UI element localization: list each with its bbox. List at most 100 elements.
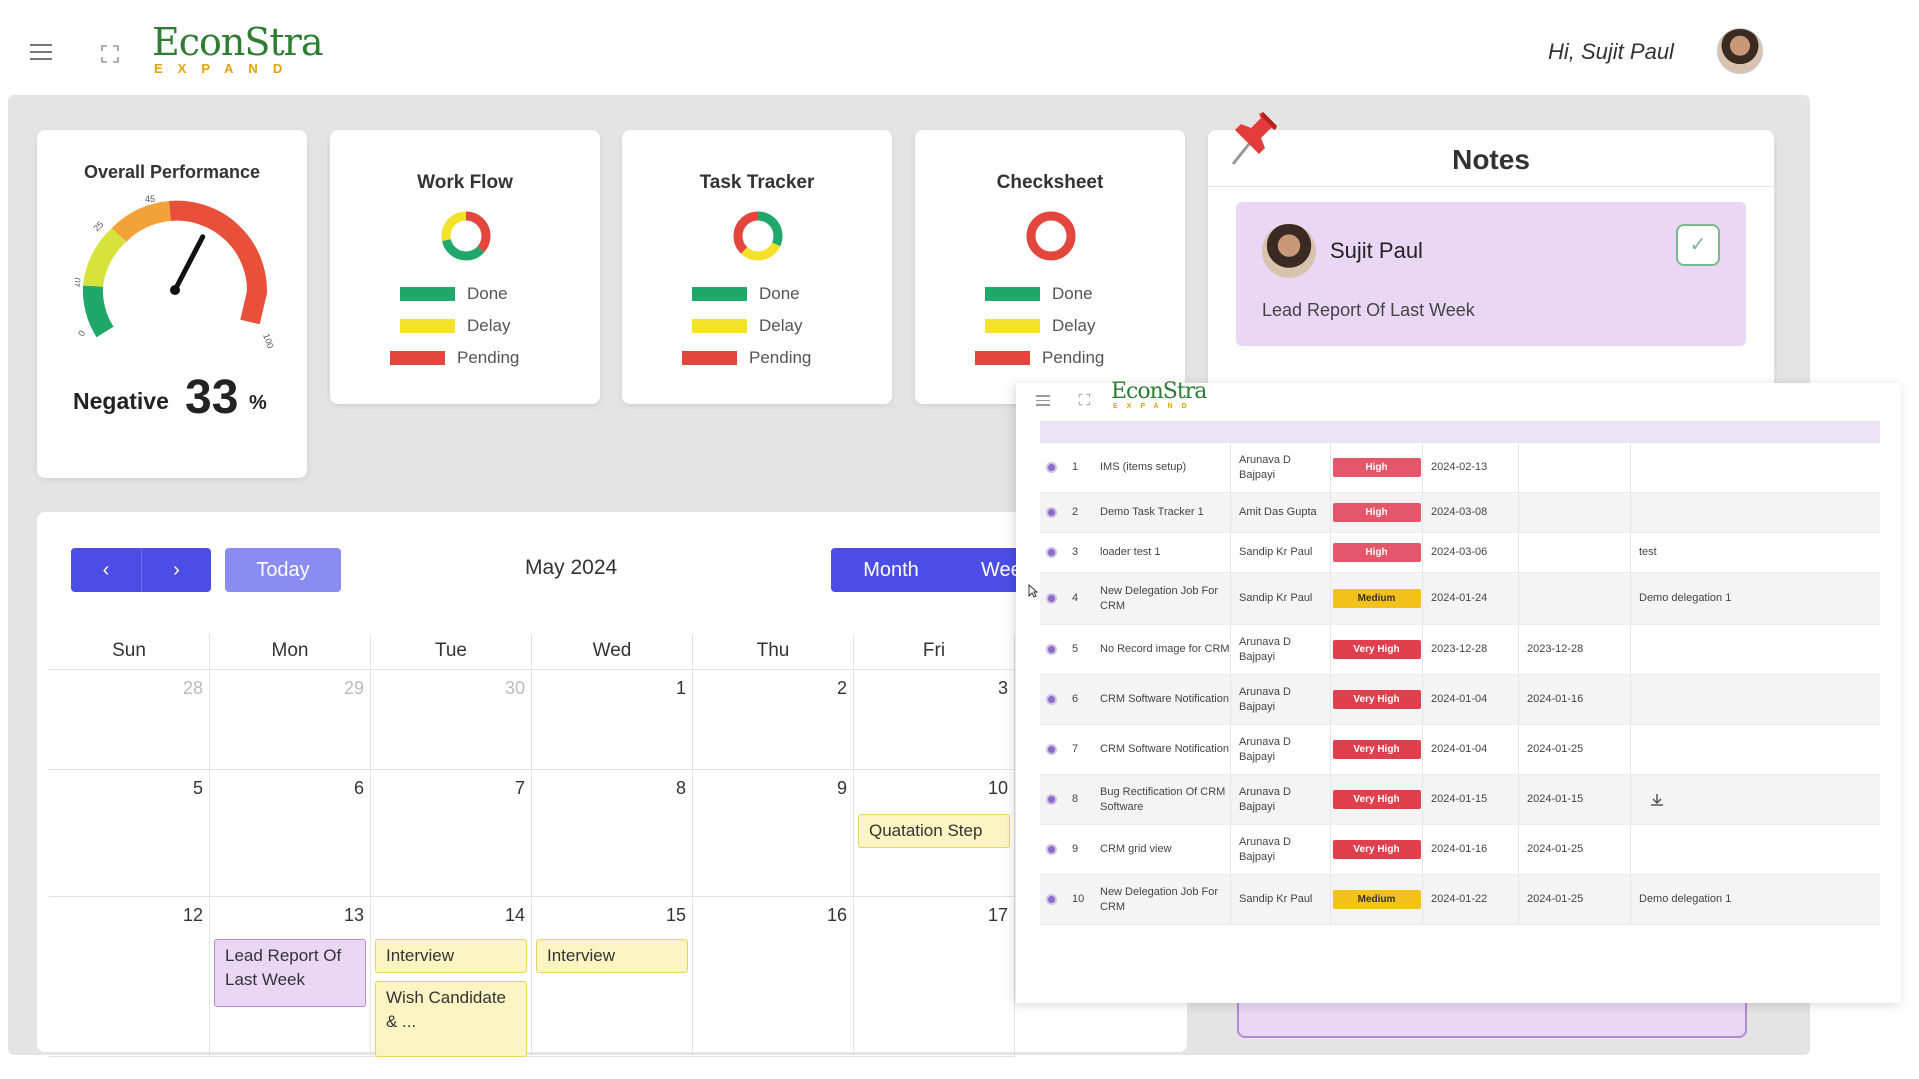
row-radio-icon[interactable] [1046,694,1057,705]
table-row[interactable]: 2 Demo Task Tracker 1 Amit Das Gupta High 20… [1040,493,1880,533]
row-radio-icon[interactable] [1046,894,1057,905]
day-number: 13 [343,905,364,925]
today-button[interactable]: Today [225,548,341,592]
n-cell: 5 [1064,625,1088,674]
row-radio-icon[interactable] [1046,744,1057,755]
day-cell[interactable]: 8 [532,770,693,897]
table-row[interactable]: 5 No Record image for CRM Arunava D Bajpay… [1040,625,1880,675]
row-radio-icon[interactable] [1046,794,1057,805]
note-item[interactable]: Sujit Paul ✓ Lead Report Of Last Week [1236,202,1746,346]
assigned-text: Sandip Kr Paul [1239,893,1313,905]
download-icon[interactable] [1649,792,1665,808]
popup-fullscreen-icon[interactable] [1078,393,1091,406]
table-row[interactable]: 3 loader test 1 Sandip Kr Paul High 2024-03-… [1040,533,1880,573]
gauge-tick-0: 0 [76,329,87,338]
task-text: New Delegation Job For CRM [1100,584,1219,612]
mouse-cursor-icon [1028,584,1038,598]
row-radio-icon[interactable] [1046,462,1057,473]
econstra-logo[interactable]: EconStra EXPAND [152,22,324,76]
prev-month-button[interactable]: ‹ [71,548,141,592]
day-cell[interactable]: 17 [854,897,1015,1057]
day-cell[interactable]: 15 Interview [532,897,693,1057]
day-cell[interactable]: 7 [371,770,532,897]
row-select-cell [1046,825,1066,874]
day-cell[interactable]: 29 [210,670,371,770]
next-month-button[interactable]: › [141,548,211,592]
completed-text: 2024-01-25 [1527,843,1584,855]
row-radio-icon[interactable] [1046,507,1057,518]
calendar-event[interactable]: Lead Report Of Last Week [214,939,366,1007]
table-row[interactable]: 9 CRM grid view Arunava D Bajpayi Very High… [1040,825,1880,875]
planned-cell: 2024-01-04 [1422,675,1518,724]
row-radio-icon[interactable] [1046,844,1057,855]
calendar-event[interactable]: Interview [375,939,527,973]
day-number: 1 [675,678,686,698]
row-radio-icon[interactable] [1046,644,1057,655]
day-cell[interactable]: 10 Quatation Step [854,770,1015,897]
row-select-cell [1046,675,1066,724]
table-row[interactable]: 1 IMS (items setup) Arunava D Bajpayi High 2… [1040,443,1880,493]
priority-badge: Very High [1332,690,1421,709]
done-swatch [985,287,1040,301]
description-cell [1630,625,1740,674]
n-text: 4 [1072,592,1079,604]
calendar-event[interactable]: Wish Candidate & ... [375,981,527,1057]
n-text: 8 [1072,793,1079,805]
n-cell: 1 [1064,443,1088,492]
day-cell[interactable]: 16 [693,897,854,1057]
assigned-cell: Sandip Kr Paul [1230,875,1330,924]
row-radio-icon[interactable] [1046,593,1057,604]
gauge-needle [172,234,206,293]
work-flow-card[interactable]: Work Flow Done Delay Pending [330,130,600,404]
day-cell[interactable]: 6 [210,770,371,897]
day-cell[interactable]: 1 [532,670,693,770]
day-number: 12 [182,905,203,925]
day-cell[interactable]: 5 [49,770,210,897]
description-cell: test [1630,533,1740,572]
completed-cell: 2024-01-25 [1518,725,1630,774]
month-view-button[interactable]: Month [831,548,951,592]
weekday-header: Mon [210,634,371,670]
completed-cell [1518,573,1630,624]
row-select-cell [1046,625,1066,674]
legend-done: Done [1052,284,1093,303]
table-row[interactable]: 10 New Delegation Job For CRM Sandip Kr Pa… [1040,875,1880,925]
calendar-event[interactable]: Quatation Step [858,814,1010,848]
user-avatar[interactable] [1717,28,1763,74]
calendar-event[interactable]: Interview [536,939,688,973]
assigned-cell: Arunava D Bajpayi [1230,725,1330,774]
note-author-name: Sujit Paul [1330,238,1423,263]
planned-cell: 2023-12-28 [1422,625,1518,674]
day-cell[interactable]: 28 [49,670,210,770]
day-cell[interactable]: 9 [693,770,854,897]
row-select-cell [1046,875,1066,924]
description-cell: Demo delegation 1 [1630,573,1740,624]
table-row[interactable]: 8 Bug Rectification Of CRM Software Arunav… [1040,775,1880,825]
popup-hamburger-icon[interactable] [1036,395,1050,406]
day-cell[interactable]: 12 [49,897,210,1057]
n-text: 1 [1072,461,1079,473]
table-row[interactable]: 4 New Delegation Job For CRM Sandip Kr Pau… [1040,573,1880,625]
completed-text: 2024-01-25 [1527,893,1584,905]
task-tracker-card[interactable]: Task Tracker Done Delay Pending [622,130,892,404]
day-number: 15 [665,905,686,925]
day-cell[interactable]: 13 Lead Report Of Last Week [210,897,371,1057]
table-row[interactable]: 6 CRM Software Notification Arunava D Bajp… [1040,675,1880,725]
fullscreen-icon[interactable] [100,44,120,64]
hamburger-menu-icon[interactable] [30,44,52,60]
checksheet-legend: Done Delay Pending [975,278,1135,374]
planned-text: 2024-01-22 [1431,893,1488,905]
row-radio-icon[interactable] [1046,547,1057,558]
priority-cell: Medium [1330,573,1422,624]
check-icon[interactable]: ✓ [1676,224,1720,266]
checksheet-card[interactable]: Checksheet Done Delay Pending [915,130,1185,404]
description-cell [1630,775,1740,824]
day-number: 9 [836,778,847,798]
day-cell[interactable]: 3 [854,670,1015,770]
notes-title: Notes [1452,144,1530,175]
day-cell[interactable]: 30 [371,670,532,770]
day-cell[interactable]: 2 [693,670,854,770]
n-cell: 9 [1064,825,1088,874]
day-cell[interactable]: 14 Interview Wish Candidate & ... [371,897,532,1057]
table-row[interactable]: 7 CRM Software Notification Arunava D Bajp… [1040,725,1880,775]
